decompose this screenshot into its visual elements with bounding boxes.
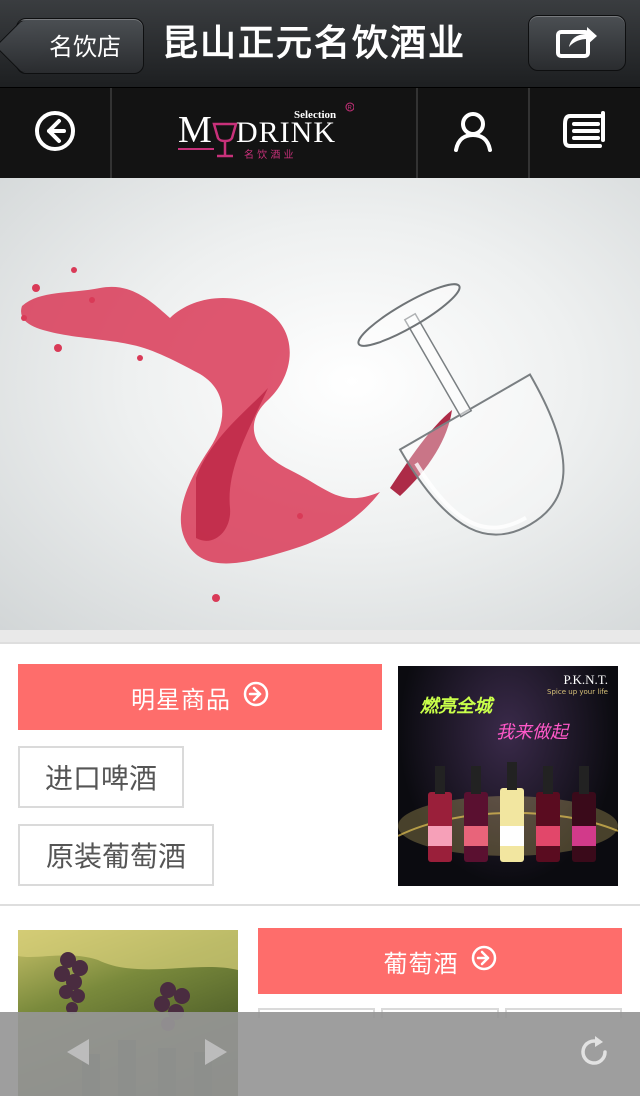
circle-arrow-right-icon [243, 681, 269, 713]
triangle-right-icon [203, 1037, 229, 1071]
logo-drink-text: DRINK [236, 116, 336, 149]
browser-toolbar [0, 1012, 640, 1096]
tag-imported-beer[interactable]: 进口啤酒 [18, 746, 184, 808]
nav-bar: Selection R M DRINK 名 饮 酒 业 [0, 88, 640, 178]
logo-registered-mark: R [348, 106, 353, 112]
back-button-label: 名饮店 [49, 33, 121, 61]
back-button[interactable]: 名饮店 [16, 18, 144, 74]
wine-splash-image [21, 267, 565, 602]
triangle-left-icon [65, 1037, 91, 1071]
nav-list-button[interactable] [530, 88, 640, 178]
browser-forward-button[interactable] [196, 1034, 236, 1074]
promo-image[interactable]: P.K.N.T. Spice up your life 燃亮全城 我来做起 [398, 666, 618, 886]
circle-arrow-left-icon [33, 109, 77, 157]
share-icon [555, 23, 599, 63]
tag-original-wine[interactable]: 原装葡萄酒 [18, 824, 214, 886]
promo-bottles-graphic [398, 762, 618, 862]
list-icon [562, 110, 608, 156]
wine-button-label: 葡萄酒 [383, 949, 459, 978]
hero-banner[interactable] [0, 178, 640, 630]
logo-chinese-text: 名 饮 酒 业 [244, 148, 294, 161]
title-bar: 名饮店 昆山正元名饮酒业 [0, 0, 640, 88]
brand-logo: Selection R M DRINK 名 饮 酒 业 [174, 98, 355, 168]
wine-button[interactable]: 葡萄酒 [258, 928, 622, 994]
logo-m-letter: M [178, 109, 212, 151]
refresh-button[interactable] [574, 1034, 614, 1074]
featured-products-label: 明星商品 [131, 685, 231, 714]
refresh-icon [576, 1034, 612, 1074]
nav-user-button[interactable] [418, 88, 530, 178]
user-icon [451, 109, 495, 157]
nav-back-button[interactable] [0, 88, 112, 178]
share-button[interactable] [528, 15, 626, 71]
logo[interactable]: Selection R M DRINK 名 饮 酒 业 [112, 88, 418, 178]
circle-arrow-right-icon [471, 945, 497, 977]
browser-back-button[interactable] [58, 1034, 98, 1074]
featured-section: 明星商品 进口啤酒 原装葡萄酒 P.K.N.T. Spice up your l… [0, 642, 640, 906]
featured-products-button[interactable]: 明星商品 [18, 664, 382, 730]
page-title: 昆山正元名饮酒业 [162, 23, 467, 64]
